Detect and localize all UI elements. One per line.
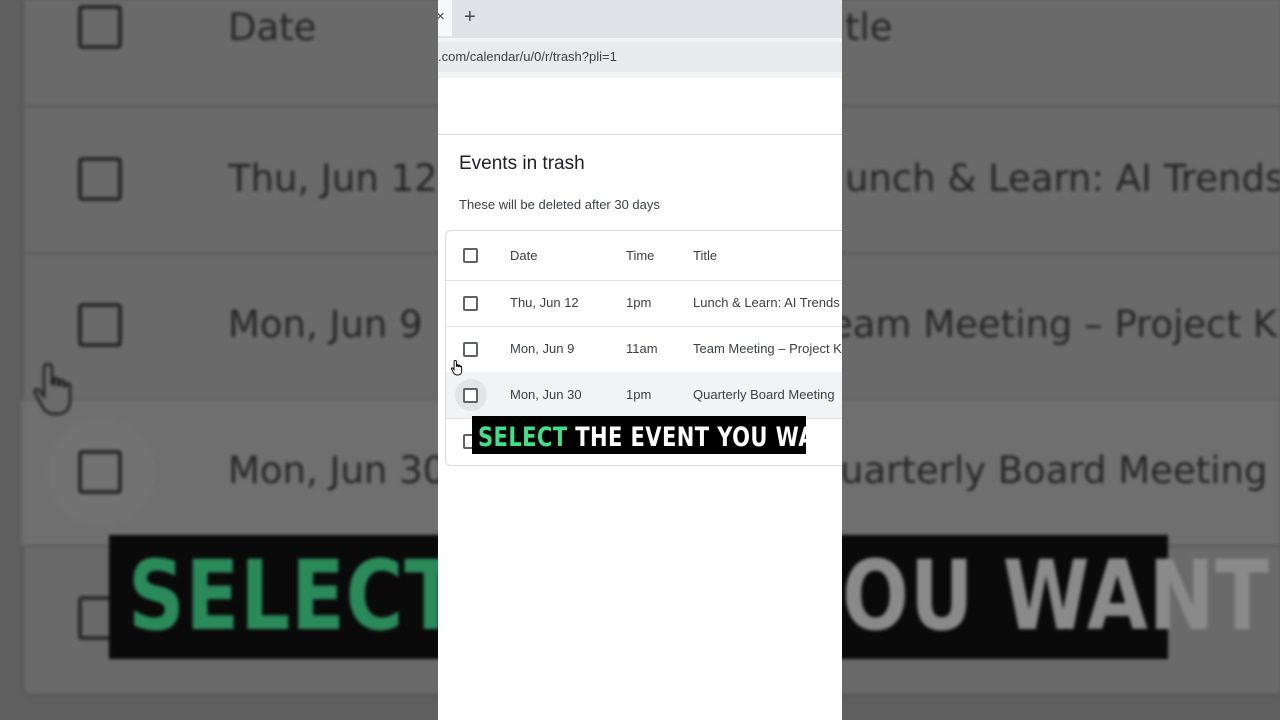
row-date: Mon, Jun 9 [510,341,575,356]
background-title: uarterly Board Meeting [840,449,1268,492]
table-header-row: Date Time Title [446,231,842,281]
row-title: Team Meeting – Project Kic [693,341,842,356]
background-checkbox-icon [78,303,122,347]
background-checkbox-icon [78,5,122,49]
background-header-date: Date [228,6,317,49]
background-date: Mon, Jun 30 [228,449,447,492]
address-bar[interactable]: .com/calendar/u/0/r/trash?pli=1 [438,42,842,72]
row-date: Thu, Jun 12 [510,295,579,310]
column-header-time[interactable]: Time [626,248,654,263]
row-title: Lunch & Learn: AI Trends in [693,295,842,310]
background-date: Thu, Jun 12 [228,157,438,200]
background-title: eam Meeting – Project Kic [830,303,1280,346]
row-checkbox[interactable] [463,342,478,357]
caption-text: SELECT THE EVENT YOU WANT [478,422,842,453]
background-title: unch & Learn: AI Trends in [845,157,1280,200]
table-row[interactable]: Mon, Jun 9 11am Team Meeting – Project K… [446,326,842,373]
browser-toolbar: .com/calendar/u/0/r/trash?pli=1 [438,38,842,78]
active-tab[interactable]: × [438,0,452,36]
plus-icon[interactable]: + [464,6,476,29]
hand-cursor-icon [450,359,463,376]
background-checkbox-icon [78,157,122,201]
background-caption-right: OU WANT [842,540,1270,652]
row-time: 1pm [626,387,652,402]
background-hand-cursor-icon [33,362,72,416]
row-checkbox[interactable] [463,296,478,311]
address-bar-url: .com/calendar/u/0/r/trash?pli=1 [438,49,617,64]
caption-overlay: SELECT THE EVENT YOU WANT [472,416,842,454]
column-header-title[interactable]: Title [693,248,717,263]
close-icon[interactable]: × [438,8,445,25]
row-date: Mon, Jun 30 [510,387,582,402]
caption-rest: THE EVENT YOU WANT [567,422,842,453]
row-checkbox[interactable] [463,388,478,403]
header-divider [438,134,842,135]
background-header-title: tle [845,6,893,49]
background-checkbox-icon [78,450,122,494]
select-all-checkbox[interactable] [463,248,478,263]
background-date: Mon, Jun 9 [228,303,423,346]
browser-window: × + .com/calendar/u/0/r/trash?pli=1 Even… [438,0,842,720]
page-subtitle: These will be deleted after 30 days [459,197,660,212]
caption-highlight: SELECT [478,422,568,453]
tab-strip: × + [438,0,842,38]
row-title: Quarterly Board Meeting [693,387,835,402]
page-title: Events in trash [459,153,585,174]
row-time: 11am [626,341,658,356]
row-time: 1pm [626,295,652,310]
column-header-date[interactable]: Date [510,248,537,263]
table-row[interactable]: Thu, Jun 12 1pm Lunch & Learn: AI Trends… [446,280,842,327]
table-row[interactable]: Mon, Jun 30 1pm Quarterly Board Meeting [446,372,842,419]
